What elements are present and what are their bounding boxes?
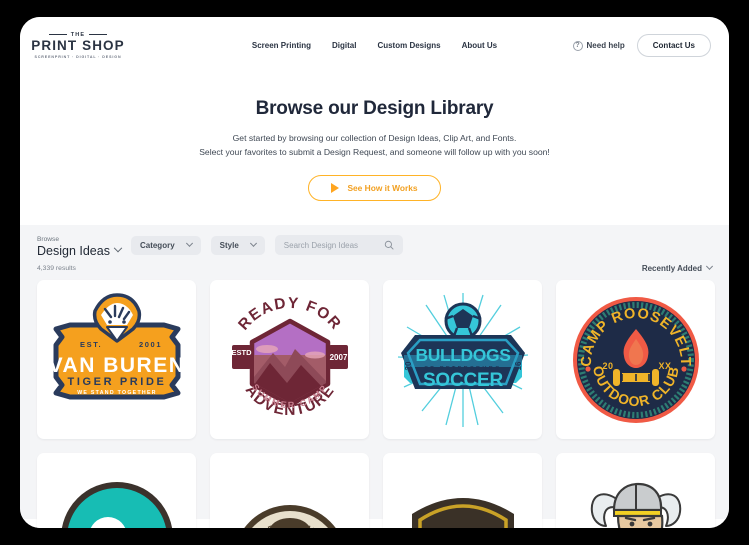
vikings-mascot-icon: Viking (590, 482, 681, 528)
card-est-label: 20 (404, 361, 413, 370)
category-filter-label: Category (139, 241, 175, 251)
design-card-camp-roosevelt[interactable]: 20 XX CAMP ROOSEVELT OUTDOOR CLUB (556, 280, 715, 440)
design-card-ready-for-adventure[interactable]: READY FOR ADVENTURE SUMMER CAMP ESTD 200… (210, 280, 369, 440)
search-box[interactable] (274, 235, 403, 256)
card-est-label: ESTD (231, 348, 252, 357)
play-icon (331, 183, 340, 194)
card-year: 2007 (329, 353, 347, 362)
question-mark-icon: ? (572, 40, 583, 51)
mountain-moon-arch-icon (61, 481, 172, 528)
camp-roosevelt-badge-icon: 20 XX CAMP ROOSEVELT OUTDOOR CLUB (572, 296, 699, 423)
logo-main-text: PRINT SHOP (31, 37, 125, 53)
chevron-down-icon (185, 240, 193, 248)
chevron-down-icon (113, 244, 123, 253)
card-est-label: EST. (80, 340, 102, 349)
search-icon (384, 241, 394, 250)
site-logo[interactable]: THE PRINT SHOP SCREENPRINT · DIGITAL · D… (31, 32, 123, 60)
design-card-green-tree[interactable]: EST. 2015 LICENSED INSURED GREEN TREE (210, 453, 369, 528)
design-card-van-buren[interactable]: EST. 2001 VAN BUREN TIGER PRIDE WE STAND… (37, 280, 196, 440)
design-card-colorado-outdoor[interactable]: COLORADO OUTDOOR (383, 453, 542, 528)
card-year: 16 (514, 361, 523, 370)
sort-selector[interactable]: Recently Added (641, 263, 714, 274)
results-meta-row: 4,339 results Recently Added (37, 263, 714, 274)
card-title: BULLDOGS (415, 345, 510, 365)
header-actions: ? Need help Contact Us (572, 34, 711, 57)
search-input[interactable] (283, 240, 384, 250)
logo-tagline: SCREENPRINT · DIGITAL · DESIGN (34, 55, 122, 60)
design-card-mountain-moon-arch[interactable] (37, 453, 196, 528)
card-est-label-2 (240, 358, 242, 367)
hero-section: Browse our Design Library Get started by… (20, 74, 729, 202)
bulldogs-soccer-badge-icon: BULLDOGS ST PETERSBURG SOCCER 20 16 (397, 292, 528, 427)
card-subtitle: TIGER PRIDE (67, 376, 166, 388)
cta-wrapper: See How it Works (40, 175, 709, 202)
card-year: 2001 (139, 340, 162, 349)
browse-value[interactable]: Design Ideas (37, 244, 123, 259)
card-title: VAN BUREN (48, 354, 185, 377)
browse-selector[interactable]: Browse Design Ideas (37, 236, 123, 259)
style-filter-label: Style (219, 241, 239, 251)
category-filter[interactable]: Category (130, 236, 201, 256)
design-library-section: Browse Design Ideas Category Style Searc… (20, 225, 729, 528)
browse-label: Browse (37, 236, 59, 244)
site-header: THE PRINT SHOP SCREENPRINT · DIGITAL · D… (20, 17, 729, 74)
browse-value-text: Design Ideas (37, 244, 110, 259)
green-tree-badge-icon: EST. 2015 LICENSED INSURED GREEN TREE (215, 458, 336, 528)
chevron-down-icon (249, 240, 257, 248)
nav-item-screen-printing[interactable]: Screen Printing (252, 41, 311, 50)
design-grid: EST. 2001 VAN BUREN TIGER PRIDE WE STAND… (37, 280, 715, 528)
hero-subtitle-line-1: Get started by browsing our collection o… (232, 133, 517, 143)
contact-us-button[interactable]: Contact Us (636, 34, 711, 57)
ready-for-adventure-badge-icon: READY FOR ADVENTURE SUMMER CAMP ESTD 200… (231, 295, 348, 419)
hero-subtitle-line-2: Select your favorites to submit a Design… (199, 147, 550, 158)
nav-item-about-us[interactable]: About Us (462, 41, 498, 50)
style-filter[interactable]: Style (210, 236, 265, 256)
need-help-label: Need help (586, 41, 625, 50)
browser-window: THE PRINT SHOP SCREENPRINT · DIGITAL · D… (20, 17, 729, 528)
chevron-down-icon (705, 263, 714, 271)
colorado-outdoor-badge-icon: COLORADO OUTDOOR (411, 497, 514, 528)
see-how-it-works-button[interactable]: See How it Works (308, 175, 441, 202)
filter-bar: Browse Design Ideas Category Style (37, 235, 712, 258)
cta-label: See How it Works (347, 183, 418, 194)
logo-rule-right (89, 34, 108, 36)
card-tagline: WE STAND TOGETHER (77, 390, 157, 396)
design-card-vikings[interactable]: Viking (556, 453, 715, 528)
need-help-button[interactable]: ? Need help (572, 40, 625, 51)
results-count: 4,339 results (37, 265, 76, 273)
page-title: Browse our Design Library (255, 98, 494, 119)
sort-label: Recently Added (641, 264, 702, 274)
van-buren-tiger-badge-icon: EST. 2001 VAN BUREN TIGER PRIDE WE STAND… (48, 293, 185, 400)
design-card-bulldogs-soccer[interactable]: BULLDOGS ST PETERSBURG SOCCER 20 16 (383, 280, 542, 440)
nav-item-custom-designs[interactable]: Custom Designs (377, 41, 440, 50)
logo-rule-left (48, 34, 67, 36)
nav-item-digital[interactable]: Digital (332, 41, 356, 50)
card-subtitle: SOCCER (422, 370, 503, 391)
hero-subtitle: Get started by browsing our collection o… (40, 131, 709, 159)
